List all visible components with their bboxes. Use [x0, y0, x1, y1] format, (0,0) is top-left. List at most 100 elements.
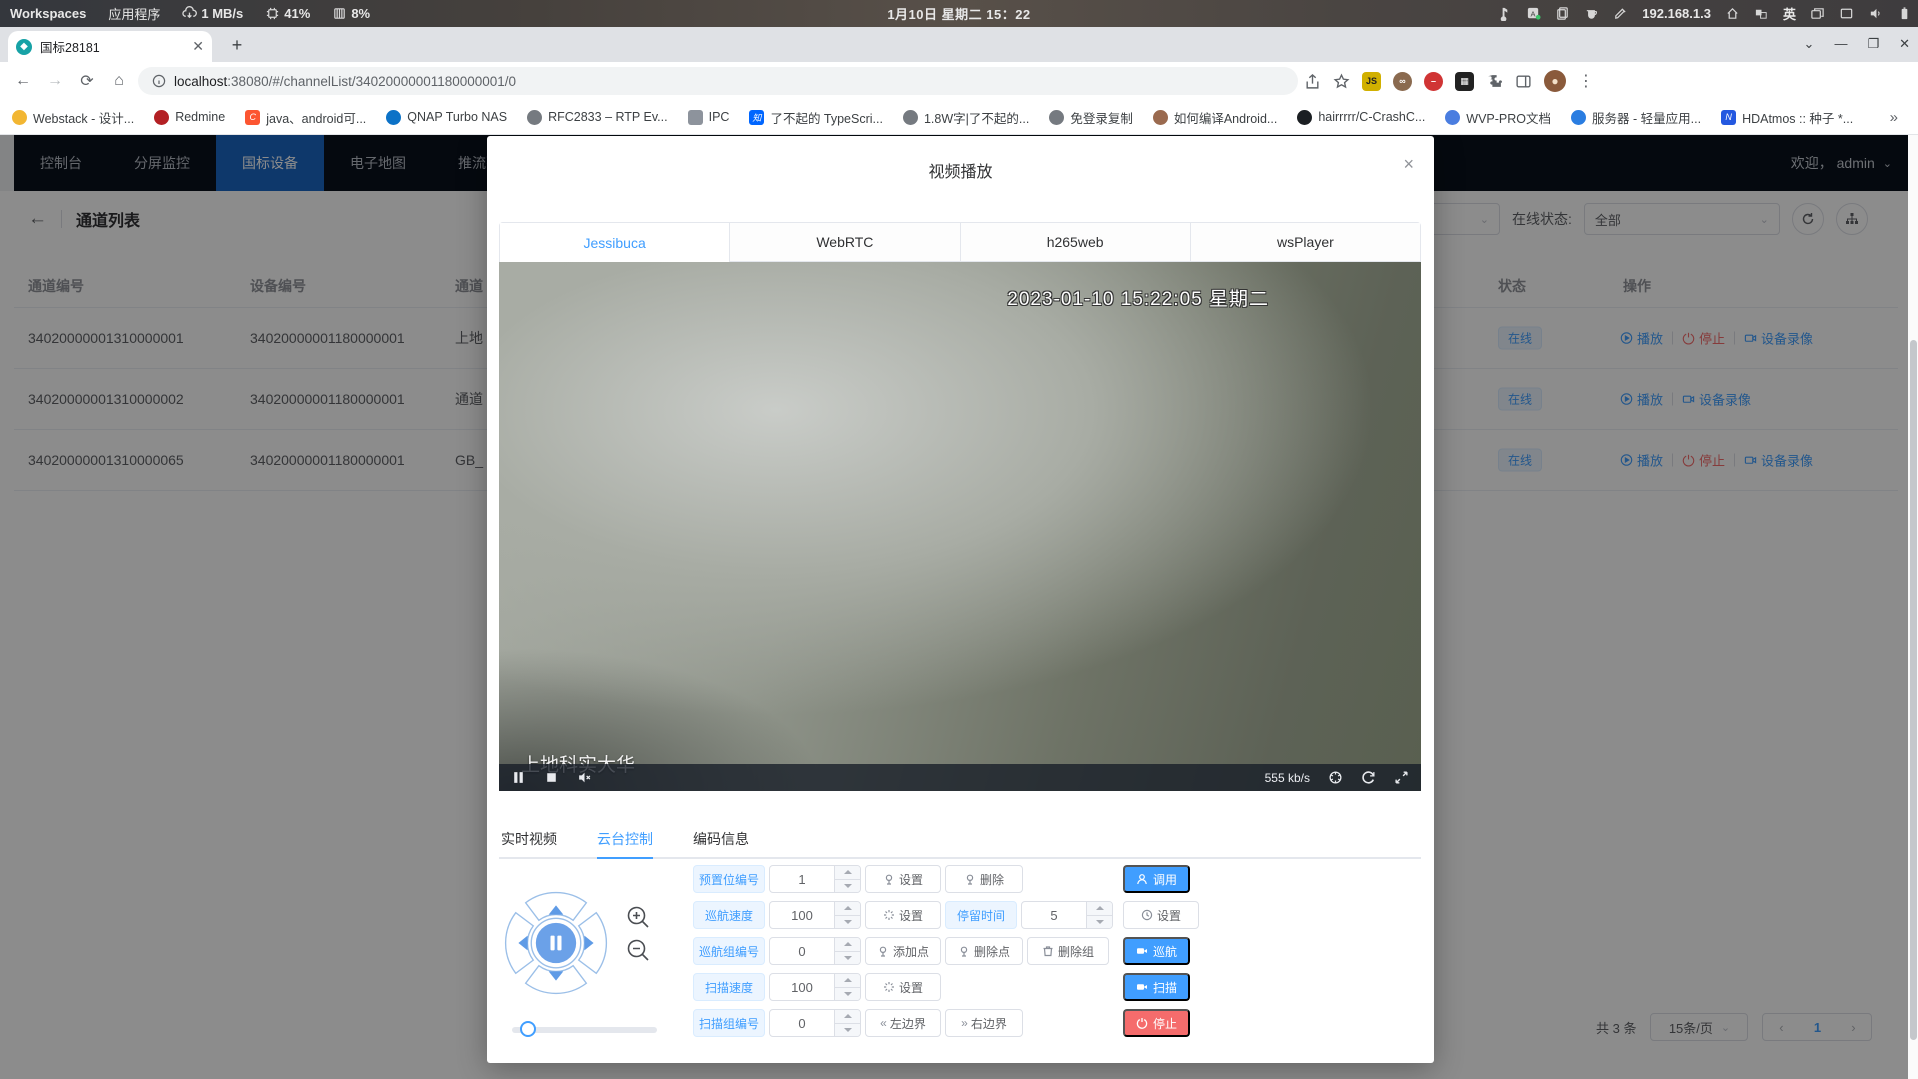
extensions-puzzle-icon[interactable]	[1486, 73, 1503, 90]
preset-delete-button[interactable]: 删除	[945, 865, 1023, 893]
tab-live-video[interactable]: 实时视频	[501, 820, 557, 857]
cruise-speed-set-button[interactable]: 设置	[865, 901, 941, 929]
applications-menu[interactable]: 应用程序	[108, 4, 160, 23]
bookmark-item[interactable]: QNAP Turbo NAS	[386, 110, 507, 125]
new-tab-button[interactable]: +	[224, 32, 250, 58]
tab-codec-info[interactable]: 编码信息	[693, 820, 749, 857]
ip-address[interactable]: 192.168.1.3	[1642, 6, 1711, 21]
cruise-button[interactable]: 巡航	[1123, 937, 1190, 965]
bookmark-item[interactable]: 服务器 - 轻量应用...	[1571, 108, 1701, 127]
zoom-out-button[interactable]	[625, 937, 651, 963]
pause-button-icon[interactable]	[511, 770, 526, 785]
increase-icon[interactable]	[835, 974, 860, 988]
page-scrollbar[interactable]	[1908, 135, 1918, 1079]
tab-jessibuca[interactable]: Jessibuca	[500, 223, 730, 262]
tab-webrtc[interactable]: WebRTC	[730, 223, 960, 262]
scan-speed-input[interactable]: 100	[769, 973, 861, 1001]
stay-time-input[interactable]: 5	[1021, 901, 1113, 929]
cruise-group-input[interactable]: 0	[769, 937, 861, 965]
reload-button[interactable]: ⟳	[74, 68, 100, 94]
bookmark-item[interactable]: hairrrrr/C-CrashC...	[1297, 110, 1425, 125]
scrollbar-thumb[interactable]	[1910, 340, 1917, 1040]
add-point-button[interactable]: 添加点	[865, 937, 941, 965]
bookmark-item[interactable]: 知了不起的 TypeScri...	[749, 108, 883, 127]
color-picker-icon[interactable]	[1613, 6, 1628, 21]
browser-menu-icon[interactable]: ⋮	[1578, 71, 1594, 91]
display-icon[interactable]	[1839, 6, 1854, 21]
extension-dark-icon[interactable]: ▦	[1455, 72, 1474, 91]
workspaces-button[interactable]: Workspaces	[10, 6, 86, 21]
snapshot-settings-icon[interactable]	[1328, 770, 1343, 785]
address-bar[interactable]: localhost:38080/#/channelList/3402000000…	[138, 67, 1298, 95]
tray-app-icon[interactable]	[1497, 6, 1512, 21]
tab-close-icon[interactable]: ✕	[192, 38, 204, 55]
preset-set-button[interactable]: 设置	[865, 865, 941, 893]
right-boundary-button[interactable]: »右边界	[945, 1009, 1023, 1037]
clock[interactable]: 1月10日 星期二 15：22	[887, 4, 1030, 23]
increase-icon[interactable]	[835, 866, 860, 880]
tab-search-chevron-icon[interactable]: ⌄	[1804, 36, 1815, 52]
decrease-icon[interactable]	[835, 880, 860, 893]
window-close-icon[interactable]: ✕	[1899, 36, 1910, 52]
share-icon[interactable]	[1304, 73, 1321, 90]
delete-group-button[interactable]: 删除组	[1027, 937, 1109, 965]
fullscreen-icon[interactable]	[1394, 770, 1409, 785]
bookmark-item[interactable]: Cjava、android可...	[245, 108, 366, 127]
window-restore-icon[interactable]: ❐	[1867, 36, 1879, 52]
extension-js-icon[interactable]: JS	[1362, 72, 1381, 91]
coffee-tray-icon[interactable]	[1584, 6, 1599, 21]
scan-button[interactable]: 扫描	[1123, 973, 1190, 1001]
ptz-stop-button[interactable]: 停止	[1123, 1009, 1190, 1037]
forward-button[interactable]: →	[42, 68, 68, 94]
home-icon[interactable]	[1725, 6, 1740, 21]
browser-tab[interactable]: ◆ 国标28181 ✕	[8, 31, 212, 62]
ptz-speed-slider[interactable]	[512, 1027, 657, 1033]
back-button[interactable]: ←	[10, 68, 36, 94]
bookmark-item[interactable]: Webstack - 设计...	[12, 108, 134, 127]
bookmark-item[interactable]: WVP-PRO文档	[1445, 108, 1551, 127]
bookmark-star-icon[interactable]	[1333, 73, 1350, 90]
input-method-icon[interactable]: A	[1526, 6, 1541, 21]
extension-blocker-icon[interactable]: –	[1424, 72, 1443, 91]
decrease-icon[interactable]	[835, 988, 860, 1001]
browser-home-button[interactable]: ⌂	[106, 68, 132, 94]
decrease-icon[interactable]	[835, 952, 860, 965]
stop-button-icon[interactable]	[544, 770, 559, 785]
bookmark-item[interactable]: 1.8W字|了不起的...	[903, 108, 1029, 127]
window-minimize-icon[interactable]: —	[1834, 36, 1847, 51]
delete-point-button[interactable]: 删除点	[945, 937, 1023, 965]
preset-number-input[interactable]: 1	[769, 865, 861, 893]
stay-time-set-button[interactable]: 设置	[1123, 901, 1199, 929]
tab-wsplayer[interactable]: wsPlayer	[1191, 223, 1420, 262]
battery-icon[interactable]	[1897, 6, 1912, 21]
tab-h265web[interactable]: h265web	[961, 223, 1191, 262]
profile-avatar[interactable]: ●	[1544, 70, 1566, 92]
decrease-icon[interactable]	[1087, 916, 1112, 929]
refresh-stream-icon[interactable]	[1361, 770, 1376, 785]
preset-call-button[interactable]: 调用	[1123, 865, 1190, 893]
increase-icon[interactable]	[835, 1010, 860, 1024]
scan-speed-set-button[interactable]: 设置	[865, 973, 941, 1001]
workspace-switcher-icon[interactable]	[1754, 6, 1769, 21]
windows-overlap-icon[interactable]	[1810, 6, 1825, 21]
bookmark-item[interactable]: RFC2833 – RTP Ev...	[527, 110, 668, 125]
bookmark-item[interactable]: 免登录复制	[1049, 108, 1133, 127]
slider-handle[interactable]	[520, 1021, 536, 1037]
tab-ptz-control[interactable]: 云台控制	[597, 820, 653, 857]
bookmark-item[interactable]: IPC	[688, 110, 730, 125]
zoom-in-button[interactable]	[625, 904, 651, 930]
increase-icon[interactable]	[1087, 902, 1112, 916]
left-boundary-button[interactable]: «左边界	[865, 1009, 941, 1037]
side-panel-icon[interactable]	[1515, 73, 1532, 90]
bookmark-item[interactable]: 如何编译Android...	[1153, 108, 1278, 127]
cruise-speed-input[interactable]: 100	[769, 901, 861, 929]
language-indicator[interactable]: 英	[1783, 4, 1796, 23]
video-player[interactable]: 2023-01-10 15:22:05 星期二 上地科实大华 555 kb/s	[499, 262, 1421, 791]
bookmarks-overflow-chevron[interactable]: »	[1890, 109, 1906, 126]
increase-icon[interactable]	[835, 902, 860, 916]
volume-icon[interactable]	[1868, 6, 1883, 21]
decrease-icon[interactable]	[835, 1024, 860, 1037]
ptz-direction-pad[interactable]	[501, 888, 611, 998]
dialog-close-icon[interactable]: ×	[1403, 154, 1414, 175]
increase-icon[interactable]	[835, 938, 860, 952]
